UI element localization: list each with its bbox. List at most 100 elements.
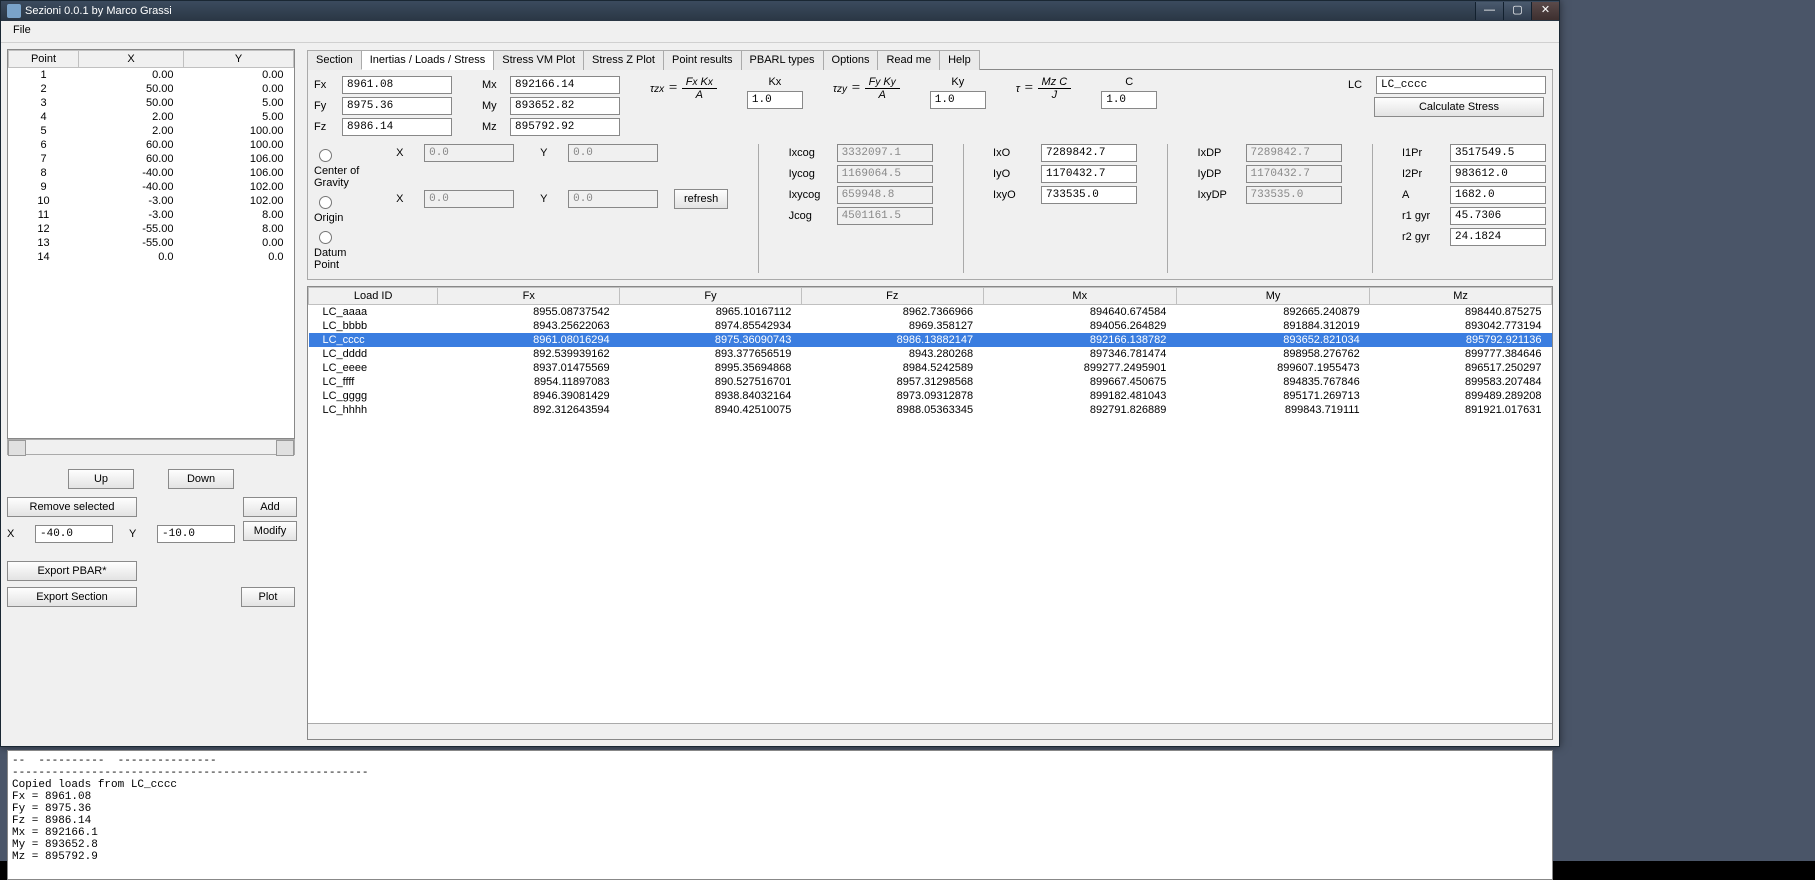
tab-options[interactable]: Options — [823, 50, 879, 70]
tab-stress-z-plot[interactable]: Stress Z Plot — [583, 50, 664, 70]
refresh-button[interactable]: refresh — [674, 189, 728, 209]
ixo-value[interactable] — [1041, 144, 1137, 162]
tab-stress-vm-plot[interactable]: Stress VM Plot — [493, 50, 584, 70]
load-col-fz[interactable]: Fz — [801, 288, 983, 305]
load-row[interactable]: LC_aaaa8955.087375428965.101671128962.73… — [309, 305, 1552, 320]
i1pr-label: I1Pr — [1402, 147, 1444, 159]
a-value[interactable] — [1450, 186, 1546, 204]
remove-selected-button[interactable]: Remove selected — [7, 497, 137, 517]
iycog-value — [837, 165, 933, 183]
point-row[interactable]: 13-55.000.00 — [9, 236, 294, 250]
ixyo-label: IxyO — [993, 189, 1035, 201]
fz-input[interactable] — [342, 118, 452, 136]
point-row[interactable]: 250.000.00 — [9, 82, 294, 96]
ixydp-value — [1246, 186, 1342, 204]
tab-pbarl-types[interactable]: PBARL types — [741, 50, 824, 70]
load-row[interactable]: LC_dddd892.539939162893.3776565198943.28… — [309, 347, 1552, 361]
point-row[interactable]: 10-3.00102.00 — [9, 194, 294, 208]
load-row[interactable]: LC_gggg8946.390814298938.840321648973.09… — [309, 389, 1552, 403]
points-table[interactable]: Point X Y 10.000.00250.000.00350.005.004… — [7, 49, 295, 439]
lc-input[interactable] — [1376, 76, 1546, 94]
iyo-label: IyO — [993, 168, 1035, 180]
ref-x2-label: X — [396, 193, 418, 205]
up-button[interactable]: Up — [68, 469, 134, 489]
x-input[interactable] — [35, 525, 113, 543]
col-point[interactable]: Point — [9, 51, 79, 68]
tab-inertias-loads-stress[interactable]: Inertias / Loads / Stress — [361, 50, 495, 70]
point-row[interactable]: 42.005.00 — [9, 110, 294, 124]
load-row[interactable]: LC_hhhh892.3126435948940.425100758988.05… — [309, 403, 1552, 417]
fx-label: Fx — [314, 79, 336, 91]
point-row[interactable]: 760.00106.00 — [9, 152, 294, 166]
load-row[interactable]: LC_bbbb8943.256220638974.855429348969.35… — [309, 319, 1552, 333]
tab-bar: SectionInertias / Loads / StressStress V… — [307, 49, 1553, 70]
ref-x1-input — [424, 144, 514, 162]
point-row[interactable]: 52.00100.00 — [9, 124, 294, 138]
ky-input[interactable] — [930, 91, 986, 109]
fy-input[interactable] — [342, 97, 452, 115]
load-col-fy[interactable]: Fy — [620, 288, 802, 305]
radio-origin[interactable]: Origin — [314, 191, 366, 226]
menu-file[interactable]: File — [5, 21, 39, 39]
mz-input[interactable] — [510, 118, 620, 136]
add-button[interactable]: Add — [243, 497, 297, 517]
point-row[interactable]: 8-40.00106.00 — [9, 166, 294, 180]
col-y[interactable]: Y — [183, 51, 293, 68]
my-label: My — [482, 100, 504, 112]
radio-cog[interactable]: Center of Gravity — [314, 144, 366, 191]
load-col-fx[interactable]: Fx — [438, 288, 620, 305]
r2gyr-value[interactable] — [1450, 228, 1546, 246]
tab-read-me[interactable]: Read me — [877, 50, 940, 70]
point-row[interactable]: 660.00100.00 — [9, 138, 294, 152]
maximize-button[interactable]: ▢ — [1503, 2, 1531, 20]
load-row[interactable]: LC_cccc8961.080162948975.360907438986.13… — [309, 333, 1552, 347]
point-row[interactable]: 10.000.00 — [9, 68, 294, 83]
kx-input[interactable] — [747, 91, 803, 109]
ref-y1-input — [568, 144, 658, 162]
close-button[interactable]: ✕ — [1531, 2, 1559, 20]
iydp-value — [1246, 165, 1342, 183]
i2pr-value[interactable] — [1450, 165, 1546, 183]
plot-button[interactable]: Plot — [241, 587, 295, 607]
c-input[interactable] — [1101, 91, 1157, 109]
point-row[interactable]: 12-55.008.00 — [9, 222, 294, 236]
ixycog-value — [837, 186, 933, 204]
points-hscroll[interactable] — [7, 439, 295, 455]
my-input[interactable] — [510, 97, 620, 115]
export-pbar-button[interactable]: Export PBAR* — [7, 561, 137, 581]
c-label: C — [1125, 76, 1133, 88]
i1pr-value[interactable] — [1450, 144, 1546, 162]
point-row[interactable]: 350.005.00 — [9, 96, 294, 110]
load-row[interactable]: LC_ffff8954.11897083890.5275167018957.31… — [309, 375, 1552, 389]
export-section-button[interactable]: Export Section — [7, 587, 137, 607]
iyo-value[interactable] — [1041, 165, 1137, 183]
fx-input[interactable] — [342, 76, 452, 94]
col-x[interactable]: X — [79, 51, 184, 68]
mx-input[interactable] — [510, 76, 620, 94]
radio-datum[interactable]: Datum Point — [314, 226, 366, 273]
modify-button[interactable]: Modify — [243, 521, 297, 541]
point-row[interactable]: 140.00.0 — [9, 250, 294, 264]
point-row[interactable]: 9-40.00102.00 — [9, 180, 294, 194]
y-input[interactable] — [157, 525, 235, 543]
load-col-my[interactable]: My — [1176, 288, 1369, 305]
titlebar[interactable]: Sezioni 0.0.1 by Marco Grassi — ▢ ✕ — [1, 1, 1559, 21]
down-button[interactable]: Down — [168, 469, 234, 489]
r2gyr-label: r2 gyr — [1402, 231, 1444, 243]
tab-point-results[interactable]: Point results — [663, 50, 742, 70]
calculate-stress-button[interactable]: Calculate Stress — [1374, 97, 1544, 117]
minimize-button[interactable]: — — [1475, 2, 1503, 20]
load-col-load-id[interactable]: Load ID — [309, 288, 438, 305]
tab-help[interactable]: Help — [939, 50, 980, 70]
load-col-mx[interactable]: Mx — [983, 288, 1176, 305]
load-row[interactable]: LC_eeee8937.014755698995.356948688984.52… — [309, 361, 1552, 375]
ref-y2-label: Y — [540, 193, 562, 205]
load-table[interactable]: Load IDFxFyFzMxMyMz LC_aaaa8955.08737542… — [307, 286, 1553, 740]
load-table-hscroll[interactable] — [308, 723, 1552, 739]
load-col-mz[interactable]: Mz — [1370, 288, 1552, 305]
ixyo-value[interactable] — [1041, 186, 1137, 204]
tab-section[interactable]: Section — [307, 50, 362, 70]
ixdp-value — [1246, 144, 1342, 162]
point-row[interactable]: 11-3.008.00 — [9, 208, 294, 222]
r1gyr-value[interactable] — [1450, 207, 1546, 225]
